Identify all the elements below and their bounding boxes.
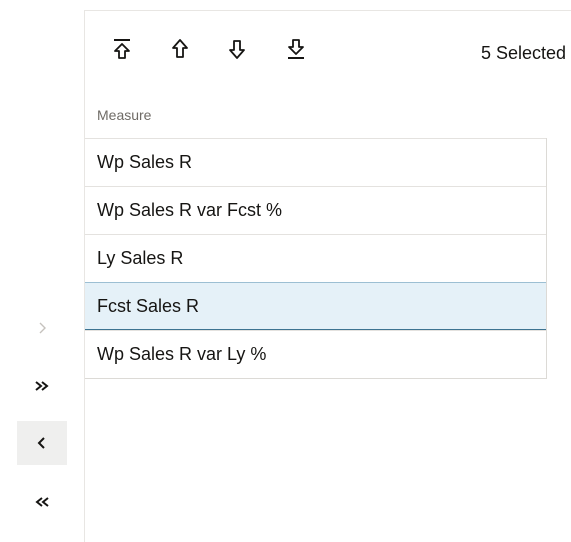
transfer-rail: [0, 0, 84, 542]
measure-list: Wp Sales R Wp Sales R var Fcst % Ly Sale…: [85, 138, 547, 379]
column-header-measure: Measure: [97, 107, 152, 123]
move-up-icon: [168, 37, 192, 66]
move-right-button[interactable]: [17, 306, 67, 350]
list-item-label: Wp Sales R: [97, 152, 193, 172]
move-left-button[interactable]: [17, 421, 67, 465]
move-to-bottom-button[interactable]: [281, 36, 311, 66]
chevron-right-icon: [36, 320, 48, 336]
reorder-toolbar: 5 Selected: [85, 11, 571, 93]
move-up-button[interactable]: [165, 36, 195, 66]
move-to-top-icon: [110, 37, 134, 66]
list-item-label: Fcst Sales R: [97, 295, 200, 316]
move-down-button[interactable]: [222, 36, 252, 66]
list-item[interactable]: Wp Sales R: [85, 138, 546, 186]
shuttle-root: 5 Selected Measure Wp Sales R Wp Sales R…: [0, 0, 571, 542]
move-all-right-button[interactable]: [17, 364, 67, 408]
double-chevron-left-icon: [33, 494, 51, 510]
list-item[interactable]: Ly Sales R: [85, 234, 546, 282]
list-item-label: Wp Sales R var Fcst %: [97, 200, 283, 220]
list-item-label: Ly Sales R: [97, 248, 184, 268]
double-chevron-right-icon: [33, 378, 51, 394]
move-all-left-button[interactable]: [17, 480, 67, 524]
selected-count-label: 5 Selected: [480, 43, 566, 63]
list-item[interactable]: Wp Sales R var Ly %: [85, 330, 546, 378]
chevron-left-icon: [36, 435, 48, 451]
list-item-selected[interactable]: Fcst Sales R: [85, 282, 546, 330]
move-to-bottom-icon: [284, 37, 308, 66]
list-item-label: Wp Sales R var Ly %: [97, 344, 267, 364]
move-to-top-button[interactable]: [107, 36, 137, 66]
list-item[interactable]: Wp Sales R var Fcst %: [85, 186, 546, 234]
selected-items-panel: 5 Selected Measure Wp Sales R Wp Sales R…: [84, 10, 571, 542]
move-down-icon: [225, 37, 249, 66]
